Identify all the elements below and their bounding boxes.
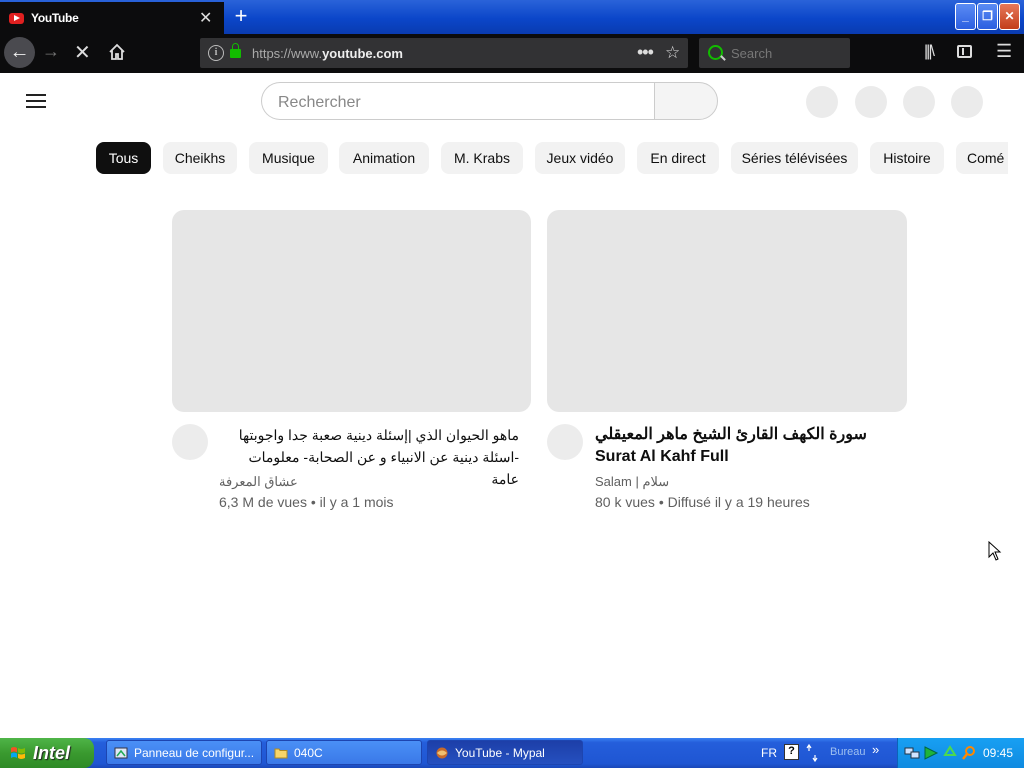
tab-youtube[interactable]: YouTube ✕ — [0, 2, 224, 34]
channel-name[interactable]: Salam | سلام — [595, 474, 669, 490]
network-icon[interactable] — [806, 743, 818, 763]
stop-x-icon: ✕ — [74, 42, 91, 64]
window-close-button[interactable]: ✕ — [999, 3, 1020, 30]
taskbar-item-label: Panneau de configur... — [134, 746, 255, 760]
video-meta: 6,3 M de vues • il y a 1 mois — [219, 494, 394, 510]
toolbar-chevron-icon[interactable]: » — [872, 742, 879, 757]
hamburger-icon — [26, 94, 46, 108]
mypal-browser-icon — [436, 747, 448, 759]
channel-name[interactable]: عشاق المعرفة — [219, 474, 298, 490]
placeholder-icon-3[interactable] — [903, 86, 935, 118]
chip-musique[interactable]: Musique — [249, 142, 328, 174]
bookmark-star-icon[interactable]: ☆ — [665, 43, 680, 63]
taskbar-item-folder[interactable]: 040C — [266, 740, 422, 765]
video-thumbnail[interactable] — [172, 210, 531, 412]
chip-animation[interactable]: Animation — [339, 142, 429, 174]
youtube-search-button[interactable] — [654, 82, 718, 120]
network-connection-icon[interactable] — [904, 745, 920, 761]
taskbar-item-youtube-mypal[interactable]: YouTube - Mypal — [427, 740, 583, 765]
hamburger-menu-icon: ☰ — [996, 41, 1013, 61]
mouse-cursor-icon — [988, 541, 1002, 561]
taskbar-item-control-panel[interactable]: Panneau de configur... — [106, 740, 262, 765]
browser-search-bar[interactable]: Search — [699, 38, 850, 68]
recycle-icon[interactable] — [942, 745, 958, 761]
youtube-search-input[interactable]: Rechercher — [261, 82, 654, 120]
search-icon — [708, 45, 723, 60]
chip-series-televisees[interactable]: Séries télévisées — [731, 142, 858, 174]
placeholder-icon-2[interactable] — [855, 86, 887, 118]
chip-cheikhs[interactable]: Cheikhs — [163, 142, 237, 174]
url-prefix: https://www. — [252, 46, 323, 61]
url-domain: youtube.com — [322, 46, 403, 61]
close-icon: ✕ — [1004, 9, 1015, 23]
arrow-right-icon: → — [42, 41, 60, 61]
minimize-button[interactable]: _ — [955, 3, 976, 30]
chip-histoire[interactable]: Histoire — [870, 142, 944, 174]
folder-icon — [274, 748, 288, 759]
chip-m-krabs[interactable]: M. Krabs — [441, 142, 523, 174]
video-thumbnail[interactable] — [547, 210, 907, 412]
chip-en-direct[interactable]: En direct — [637, 142, 719, 174]
tab-title: YouTube — [31, 11, 79, 25]
minimize-icon: _ — [962, 9, 969, 23]
browser-tab-bar: YouTube ✕ + _ ❐ ✕ — [0, 0, 1024, 34]
new-tab-button[interactable]: + — [229, 3, 253, 29]
url-text[interactable]: https://www.youtube.com — [252, 46, 403, 61]
start-label: Intel — [33, 743, 71, 763]
taskbar-item-label: 040C — [294, 746, 323, 760]
channel-avatar[interactable] — [547, 424, 583, 460]
browser-search-placeholder: Search — [731, 46, 773, 61]
avatar[interactable] — [951, 86, 983, 118]
page-actions-icon[interactable]: ••• — [637, 42, 654, 63]
chip-comedie[interactable]: Comé — [956, 142, 1008, 174]
control-panel-icon — [114, 747, 128, 759]
home-button[interactable] — [106, 42, 128, 64]
video-meta: 80 k vues • Diffusé il y a 19 heures — [595, 494, 810, 510]
app-menu-button[interactable]: ☰ — [996, 41, 1012, 62]
restore-icon: ❐ — [982, 9, 993, 23]
channel-avatar[interactable] — [172, 424, 208, 460]
video-title[interactable]: سورة الكهف القارئ الشيخ ماهر المعيقلي Su… — [595, 424, 885, 468]
back-button[interactable]: ← — [4, 37, 35, 68]
guide-menu-button[interactable] — [26, 94, 46, 112]
taskbar-item-label: YouTube - Mypal — [455, 746, 545, 760]
arrow-left-icon: ← — [9, 41, 30, 63]
magnifier-tray-icon[interactable] — [961, 745, 977, 761]
address-bar[interactable]: i https://www.youtube.com ••• ☆ — [200, 38, 688, 68]
desktop-toolbar-label[interactable]: Bureau — [830, 746, 865, 758]
windows-taskbar: Intel Panneau de configur... 040C YouTub… — [0, 738, 1024, 768]
start-button[interactable]: Intel — [0, 738, 94, 768]
library-button[interactable]: |||\ — [924, 43, 935, 61]
windows-flag-icon — [11, 747, 25, 759]
help-icon[interactable]: ? — [784, 744, 799, 760]
home-icon — [109, 43, 125, 60]
system-clock[interactable]: 09:45 — [983, 746, 1013, 760]
language-indicator[interactable]: FR — [761, 746, 777, 760]
forward-button[interactable]: → — [42, 41, 60, 62]
stop-button[interactable]: ✕ — [74, 40, 91, 65]
category-chips-bar: Tous Cheikhs Musique Animation M. Krabs … — [96, 142, 1008, 174]
youtube-search-placeholder: Rechercher — [278, 94, 361, 111]
placeholder-icon-1[interactable] — [806, 86, 838, 118]
chip-tous[interactable]: Tous — [96, 142, 151, 174]
youtube-favicon-icon — [9, 13, 24, 24]
system-tray: 09:45 — [897, 738, 1024, 768]
chip-jeux-video[interactable]: Jeux vidéo — [535, 142, 625, 174]
browser-nav-bar: ← → ✕ i https://www.youtube.com ••• ☆ Se… — [0, 34, 1024, 73]
restore-button[interactable]: ❐ — [977, 3, 998, 30]
site-info-icon[interactable]: i — [208, 45, 224, 61]
sidebar-toggle-button[interactable] — [957, 45, 972, 58]
library-icon: |||\ — [924, 43, 935, 60]
lock-icon — [230, 43, 241, 58]
tab-close-icon[interactable]: ✕ — [199, 8, 212, 28]
play-arrow-icon[interactable] — [923, 745, 939, 761]
